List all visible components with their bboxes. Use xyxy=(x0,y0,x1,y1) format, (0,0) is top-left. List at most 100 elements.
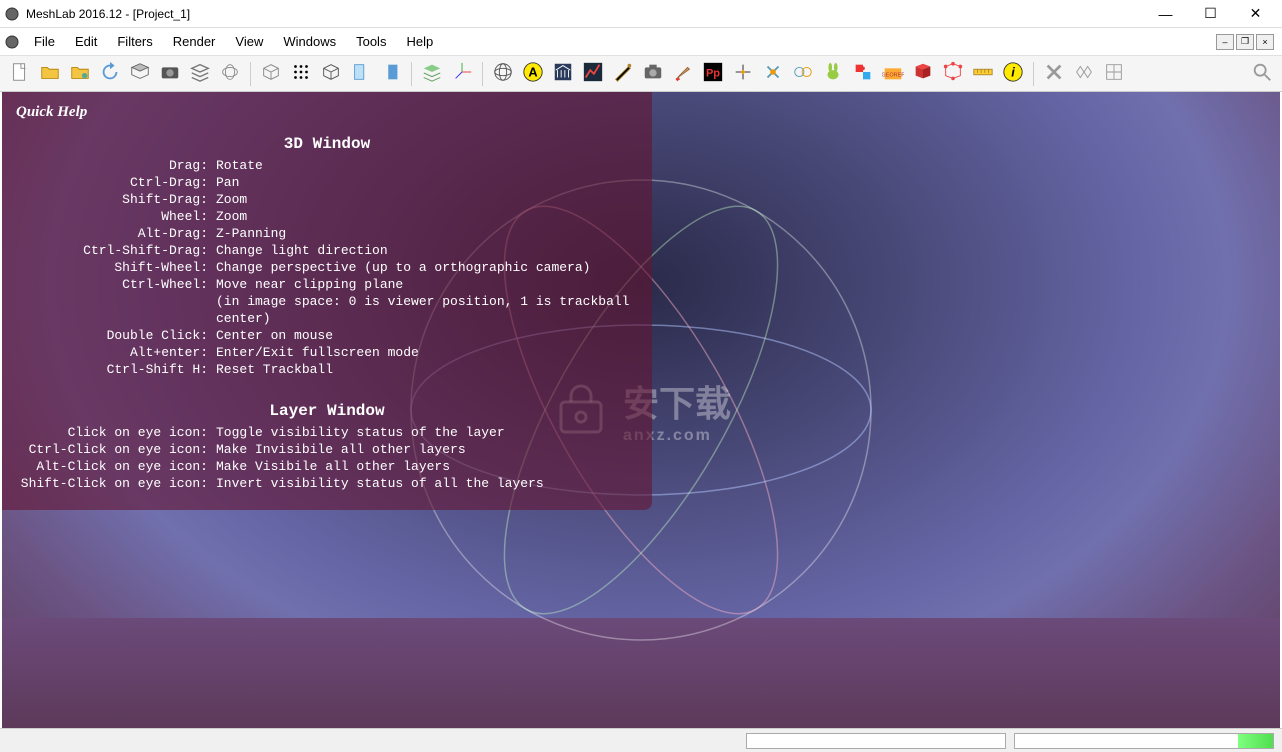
qh-row: Double Click:Center on mouse xyxy=(16,327,638,344)
menu-file[interactable]: File xyxy=(24,30,65,53)
tool-puzzle[interactable] xyxy=(849,60,877,88)
tool-georef[interactable]: GEOREF xyxy=(879,60,907,88)
qh-value: (in image space: 0 is viewer position, 1… xyxy=(216,293,638,327)
qh-key: Ctrl-Drag: xyxy=(16,174,216,191)
toolbar-separator xyxy=(482,62,483,86)
reload-icon xyxy=(99,61,121,86)
viewport-3d[interactable]: 安下载 anxz.com Quick Help 3D WindowDrag:Ro… xyxy=(2,92,1280,728)
open-project-icon xyxy=(69,61,91,86)
tool-globe[interactable] xyxy=(489,60,517,88)
tool-edit-wire[interactable] xyxy=(1070,60,1098,88)
wireframe-icon xyxy=(320,61,342,86)
menu-tools[interactable]: Tools xyxy=(346,30,396,53)
menu-view[interactable]: View xyxy=(225,30,273,53)
tool-open-project[interactable] xyxy=(66,60,94,88)
qh-value: Enter/Exit fullscreen mode xyxy=(216,344,638,361)
window-controls: — ☐ ✕ xyxy=(1143,0,1278,28)
ruler-icon xyxy=(972,61,994,86)
tool-align[interactable] xyxy=(729,60,757,88)
mdi-close-button[interactable]: × xyxy=(1256,34,1274,50)
tool-axis[interactable] xyxy=(448,60,476,88)
tool-reload[interactable] xyxy=(96,60,124,88)
mdi-controls: – ❐ × xyxy=(1216,34,1278,50)
qh-value: Rotate xyxy=(216,157,638,174)
tool-info[interactable]: i xyxy=(999,60,1027,88)
mdi-minimize-button[interactable]: – xyxy=(1216,34,1234,50)
tool-points[interactable] xyxy=(287,60,315,88)
tool-pp[interactable]: Pp xyxy=(699,60,727,88)
tool-layers2[interactable] xyxy=(418,60,446,88)
maximize-button[interactable]: ☐ xyxy=(1188,0,1233,28)
tool-fill-light[interactable] xyxy=(347,60,375,88)
qh-value: Make Invisibile all other layers xyxy=(216,441,638,458)
tool-open-folder[interactable] xyxy=(36,60,64,88)
tool-flat-shading[interactable] xyxy=(377,60,405,88)
menu-help[interactable]: Help xyxy=(396,30,443,53)
menu-render[interactable]: Render xyxy=(163,30,226,53)
tool-register[interactable] xyxy=(759,60,787,88)
qh-key: Click on eye icon: xyxy=(16,424,216,441)
edit-mesh-icon xyxy=(1103,61,1125,86)
open-folder-icon xyxy=(39,61,61,86)
quick-help-title: Quick Help xyxy=(16,104,638,121)
tool-select-vert[interactable] xyxy=(939,60,967,88)
qh-row: Drag:Rotate xyxy=(16,157,638,174)
progress-bar-1 xyxy=(746,733,1006,749)
tool-edit-mesh[interactable] xyxy=(1100,60,1128,88)
qh-value: Change perspective (up to a orthographic… xyxy=(216,259,638,276)
tool-search[interactable] xyxy=(1248,60,1276,88)
tool-import[interactable] xyxy=(126,60,154,88)
tool-new-file[interactable] xyxy=(6,60,34,88)
tool-ruler[interactable] xyxy=(969,60,997,88)
tool-layers[interactable] xyxy=(186,60,214,88)
menu-edit[interactable]: Edit xyxy=(65,30,107,53)
menu-filters[interactable]: Filters xyxy=(107,30,162,53)
qh-key: Shift-Click on eye icon: xyxy=(16,475,216,492)
tool-rabbit[interactable] xyxy=(819,60,847,88)
tool-edit-x[interactable] xyxy=(1040,60,1068,88)
viewport-gradient-bottom xyxy=(2,618,1280,728)
qh-row: Ctrl-Drag:Pan xyxy=(16,174,638,191)
svg-text:Pp: Pp xyxy=(706,68,720,80)
qh-key: Alt-Click on eye icon: xyxy=(16,458,216,475)
window-title: MeshLab 2016.12 - [Project_1] xyxy=(26,7,1143,21)
tool-bbox[interactable] xyxy=(257,60,285,88)
qh-row: Ctrl-Shift-Drag:Change light direction xyxy=(16,242,638,259)
qh-key: Ctrl-Click on eye icon: xyxy=(16,441,216,458)
close-button[interactable]: ✕ xyxy=(1233,0,1278,28)
tool-letter-a[interactable]: A xyxy=(519,60,547,88)
qh-row: Alt-Click on eye icon:Make Visibile all … xyxy=(16,458,638,475)
qh-key: Wheel: xyxy=(16,208,216,225)
qh-key: Alt-Drag: xyxy=(16,225,216,242)
align-icon xyxy=(732,61,754,86)
points-icon xyxy=(290,61,312,86)
tool-merge[interactable] xyxy=(216,60,244,88)
tool-museum[interactable] xyxy=(549,60,577,88)
tool-select-face[interactable] xyxy=(909,60,937,88)
qh-value: Zoom xyxy=(216,208,638,225)
qh-key: Ctrl-Shift-Drag: xyxy=(16,242,216,259)
snapshot-icon xyxy=(642,61,664,86)
museum-icon xyxy=(552,61,574,86)
minimize-button[interactable]: — xyxy=(1143,0,1188,28)
tool-paint[interactable] xyxy=(669,60,697,88)
tool-pair[interactable] xyxy=(789,60,817,88)
qh-value: Toggle visibility status of the layer xyxy=(216,424,638,441)
statusbar xyxy=(0,728,1282,752)
bbox-icon xyxy=(260,61,282,86)
puzzle-icon xyxy=(852,61,874,86)
tool-knife[interactable] xyxy=(609,60,637,88)
menu-windows[interactable]: Windows xyxy=(273,30,346,53)
tool-plot[interactable] xyxy=(579,60,607,88)
toolbar: A Pp GEOREF i xyxy=(0,56,1282,92)
quick-help-panel: Quick Help 3D WindowDrag:RotateCtrl-Drag… xyxy=(2,92,652,510)
mdi-restore-button[interactable]: ❐ xyxy=(1236,34,1254,50)
fill-light-icon xyxy=(350,61,372,86)
tool-snapshot[interactable] xyxy=(639,60,667,88)
svg-text:i: i xyxy=(1011,65,1015,80)
search-icon xyxy=(1251,61,1273,86)
tool-wireframe[interactable] xyxy=(317,60,345,88)
tool-camera[interactable] xyxy=(156,60,184,88)
svg-text:A: A xyxy=(528,65,537,80)
layers2-icon xyxy=(421,61,443,86)
